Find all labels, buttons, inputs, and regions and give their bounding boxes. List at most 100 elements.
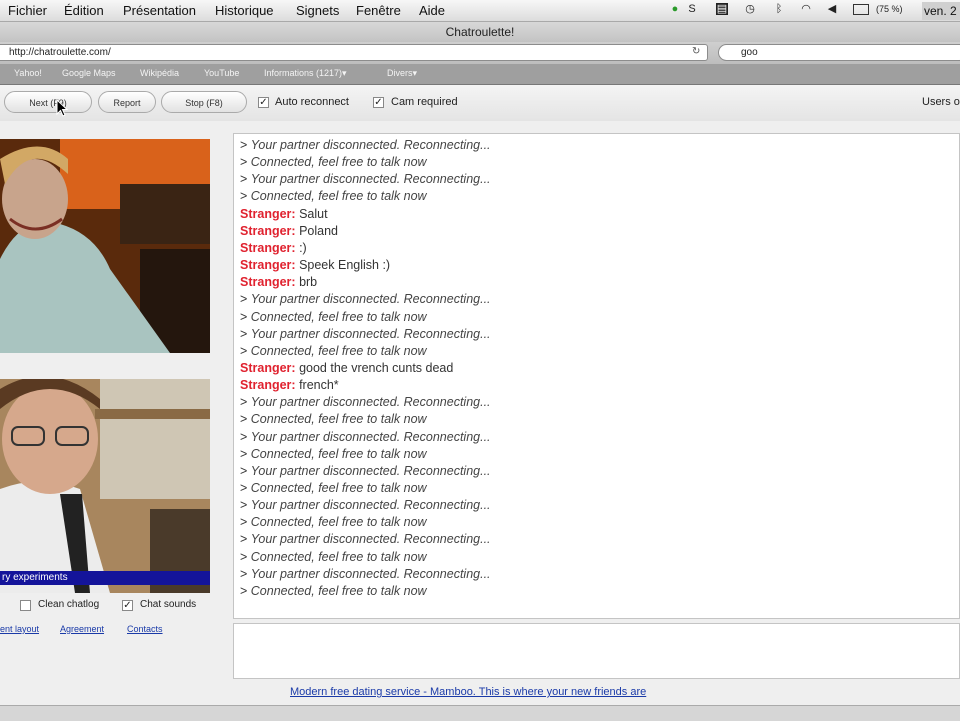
chat-system-text: Connected, feel free to talk now (250, 515, 427, 530)
chat-system-line: > Your partner disconnected. Reconnectin… (240, 464, 491, 478)
reload-icon[interactable]: ↻ (692, 46, 700, 57)
chat-system-line: > Your partner disconnected. Reconnectin… (240, 430, 491, 444)
volume-icon[interactable]: ◀ (826, 3, 838, 15)
chat-line-prefix: > (240, 429, 251, 444)
chat-log[interactable]: > Your partner disconnected. Reconnectin… (233, 133, 960, 619)
cam-required-checkbox[interactable]: ✓ (373, 97, 384, 108)
chat-system-line: > Connected, feel free to talk now (240, 189, 427, 203)
chat-message-text: :) (299, 240, 307, 255)
auto-reconnect-checkbox[interactable]: ✓ (258, 97, 269, 108)
self-video-frame (0, 379, 210, 593)
chat-message-line: Stranger: brb (240, 275, 317, 289)
window-bottom-bar (0, 705, 960, 721)
chat-system-line: > Connected, feel free to talk now (240, 310, 427, 324)
layout-link[interactable]: ent layout (0, 624, 39, 634)
battery-percent: (75 %) (876, 4, 903, 14)
clock[interactable]: ven. 2 (922, 2, 960, 20)
chat-system-line: > Connected, feel free to talk now (240, 155, 427, 169)
chat-sender: Stranger: (240, 240, 296, 255)
menu-fenetre[interactable]: Fenêtre (356, 3, 401, 18)
chat-line-prefix: > (240, 583, 251, 598)
chat-sender: Stranger: (240, 206, 296, 221)
contacts-link[interactable]: Contacts (127, 624, 163, 634)
bluetooth-icon[interactable]: ᛒ (773, 3, 785, 15)
chat-input[interactable] (233, 623, 960, 679)
ad-link[interactable]: Modern free dating service - Mamboo. Thi… (290, 686, 646, 698)
chat-system-text: Your partner disconnected. Reconnecting.… (250, 429, 491, 444)
bookmark-informations[interactable]: Informations (1217)▾ (264, 68, 347, 79)
chat-sounds-label: Chat sounds (140, 599, 197, 610)
self-video-caption: ry experiments (0, 571, 210, 585)
status-dot-icon: ● (671, 3, 679, 15)
chat-message-text: french* (299, 378, 339, 393)
menu-signets[interactable]: Signets (296, 3, 339, 18)
bookmark-yahoo[interactable]: Yahoo! (14, 68, 42, 78)
chat-system-line: > Connected, feel free to talk now (240, 550, 427, 564)
bookmark-divers[interactable]: Divers▾ (387, 68, 417, 79)
chat-line-prefix: > (240, 326, 251, 341)
chat-system-line: > Your partner disconnected. Reconnectin… (240, 292, 491, 306)
chat-line-prefix: > (240, 532, 251, 547)
next-button[interactable]: Next (F9) (4, 91, 92, 113)
chat-system-line: > Your partner disconnected. Reconnectin… (240, 498, 491, 512)
window-title: Chatroulette! (0, 22, 960, 42)
url-field[interactable]: http://chatroulette.com/ (0, 44, 708, 61)
chat-system-line: > Connected, feel free to talk now (240, 584, 427, 598)
chat-line-prefix: > (240, 343, 251, 358)
chat-system-text: Connected, feel free to talk now (250, 155, 427, 170)
menu-aide[interactable]: Aide (419, 3, 445, 18)
chat-system-line: > Your partner disconnected. Reconnectin… (240, 532, 491, 546)
chat-line-prefix: > (240, 549, 251, 564)
mouse-cursor-icon (56, 99, 68, 117)
chat-system-text: Your partner disconnected. Reconnecting.… (250, 326, 491, 341)
chat-system-line: > Your partner disconnected. Reconnectin… (240, 327, 491, 341)
bookmark-wikipedia[interactable]: Wikipédia (140, 68, 179, 78)
chat-line-prefix: > (240, 172, 251, 187)
chat-system-text: Connected, feel free to talk now (250, 309, 427, 324)
report-button[interactable]: Report (98, 91, 156, 113)
wifi-icon[interactable]: ◠ (800, 3, 812, 15)
agreement-link[interactable]: Agreement (60, 624, 104, 634)
chat-system-line: > Connected, feel free to talk now (240, 447, 427, 461)
chat-system-text: Your partner disconnected. Reconnecting.… (250, 292, 491, 307)
menu-edition[interactable]: Édition (64, 3, 104, 18)
menu-fichier[interactable]: Fichier (8, 3, 47, 18)
partner-video-frame (0, 139, 210, 353)
skype-icon[interactable]: S (686, 3, 698, 15)
chat-message-text: Poland (299, 223, 338, 238)
cam-required-label: Cam required (391, 96, 458, 108)
time-machine-icon[interactable]: ◷ (744, 3, 756, 15)
stop-button[interactable]: Stop (F8) (161, 91, 247, 113)
chat-system-line: > Your partner disconnected. Reconnectin… (240, 138, 491, 152)
chat-message-line: Stranger: :) (240, 241, 307, 255)
control-bar: Next (F9) Report Stop (F8) ✓ Auto reconn… (0, 85, 960, 121)
chat-system-text: Connected, feel free to talk now (250, 446, 427, 461)
chat-line-prefix: > (240, 309, 251, 324)
chat-system-line: > Connected, feel free to talk now (240, 344, 427, 358)
chat-system-text: Connected, feel free to talk now (250, 412, 427, 427)
chat-sounds-checkbox[interactable]: ✓ (122, 600, 133, 611)
chat-message-line: Stranger: french* (240, 378, 339, 392)
chat-line-prefix: > (240, 412, 251, 427)
bookmarks-bar: Yahoo! Google Maps Wikipédia YouTube Inf… (0, 64, 960, 85)
bookmark-youtube[interactable]: YouTube (204, 68, 239, 78)
chat-line-prefix: > (240, 292, 251, 307)
chat-line-prefix: > (240, 463, 251, 478)
chat-system-text: Your partner disconnected. Reconnecting.… (250, 566, 491, 581)
chat-system-text: Your partner disconnected. Reconnecting.… (250, 498, 491, 513)
chat-sender: Stranger: (240, 378, 296, 393)
self-video (0, 379, 210, 593)
search-input[interactable]: goo (718, 44, 960, 61)
chat-system-line: > Your partner disconnected. Reconnectin… (240, 395, 491, 409)
chat-system-text: Your partner disconnected. Reconnecting.… (250, 463, 491, 478)
battery-icon[interactable] (853, 4, 869, 15)
clean-chatlog-label: Clean chatlog (38, 599, 100, 610)
chat-message-line: Stranger: Speek English :) (240, 258, 390, 272)
menu-presentation[interactable]: Présentation (123, 3, 196, 18)
notes-icon[interactable]: ▤ (716, 3, 728, 15)
chat-message-line: Stranger: Poland (240, 224, 338, 238)
menu-bar: Fichier Édition Présentation Historique … (0, 0, 960, 22)
bookmark-google-maps[interactable]: Google Maps (62, 68, 116, 78)
clean-chatlog-checkbox[interactable] (20, 600, 31, 611)
menu-historique[interactable]: Historique (215, 3, 274, 18)
